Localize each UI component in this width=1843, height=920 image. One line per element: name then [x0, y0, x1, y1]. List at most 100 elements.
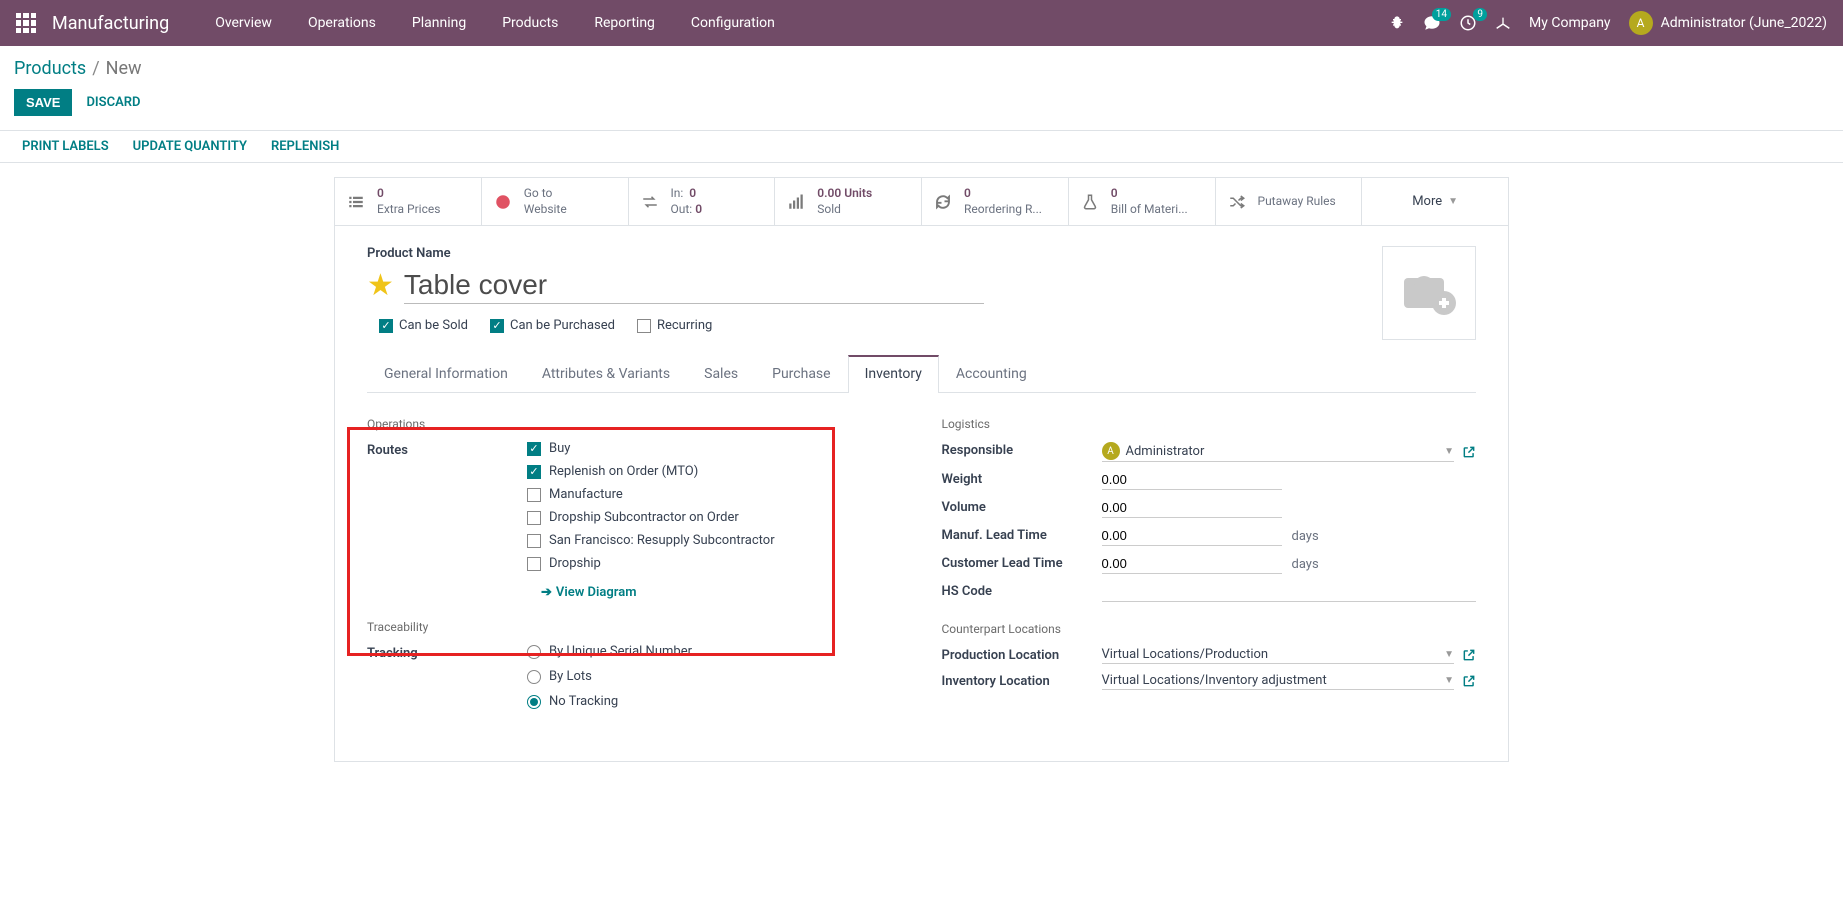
logistics-title: Logistics: [942, 417, 1477, 431]
app-brand[interactable]: Manufacturing: [52, 13, 169, 34]
stat-value: 0: [964, 186, 971, 200]
action-row: SAVE DISCARD: [0, 85, 1843, 130]
tab-general-information[interactable]: General Information: [367, 355, 525, 392]
stat-label: More: [1412, 194, 1442, 209]
chevron-down-icon: ▼: [1444, 649, 1454, 660]
tracking-lots[interactable]: By Lots: [527, 669, 902, 684]
stat-sold[interactable]: 0.00 Units Sold: [775, 178, 922, 225]
chevron-down-icon: ▼: [1444, 675, 1454, 686]
operations-title: Operations: [367, 417, 902, 431]
save-button[interactable]: SAVE: [14, 89, 72, 116]
weight-input[interactable]: [1102, 470, 1282, 490]
tab-accounting[interactable]: Accounting: [939, 355, 1044, 392]
external-link-icon[interactable]: [1462, 648, 1476, 662]
route-buy[interactable]: ✓Buy: [527, 441, 902, 456]
menu-reporting[interactable]: Reporting: [576, 0, 673, 46]
stat-label: Putaway Rules: [1258, 194, 1336, 210]
responsible-select[interactable]: A Administrator ▼: [1102, 441, 1455, 462]
settings-icon[interactable]: [1495, 15, 1511, 31]
view-diagram-link[interactable]: ➔ View Diagram: [541, 585, 902, 600]
breadcrumb-current: New: [106, 58, 142, 79]
route-label: San Francisco: Resupply Subcontractor: [549, 533, 775, 548]
external-link-icon[interactable]: [1462, 445, 1476, 459]
unit-days: days: [1292, 557, 1319, 572]
arrow-right-icon: ➔: [541, 585, 552, 600]
favorite-star-icon[interactable]: ★: [367, 268, 394, 303]
menu-operations[interactable]: Operations: [290, 0, 394, 46]
stat-reordering[interactable]: 0Reordering R...: [922, 178, 1069, 225]
tracking-serial[interactable]: By Unique Serial Number: [527, 644, 902, 659]
prod-loc-select[interactable]: Virtual Locations/Production ▼: [1102, 646, 1455, 664]
activities-icon[interactable]: 9: [1459, 14, 1477, 32]
stat-label: Go to: [524, 186, 553, 200]
stat-putaway[interactable]: Putaway Rules: [1216, 178, 1363, 225]
can-be-sold-checkbox[interactable]: ✓Can be Sold: [379, 318, 468, 333]
breadcrumb-link[interactable]: Products: [14, 58, 86, 79]
flask-icon: [1079, 193, 1101, 211]
stat-row: 0Extra Prices Go toWebsite In: 0Out: 0 0…: [335, 178, 1508, 226]
select-value: Administrator: [1126, 444, 1205, 459]
hs-code-label: HS Code: [942, 582, 1102, 599]
volume-label: Volume: [942, 498, 1102, 515]
tab-inventory[interactable]: Inventory: [848, 355, 939, 393]
manuf-lead-input[interactable]: [1102, 526, 1282, 546]
nav-right: 14 9 My Company A Administrator (June_20…: [1389, 11, 1827, 35]
globe-icon: [492, 193, 514, 211]
stat-in-out[interactable]: In: 0Out: 0: [629, 178, 776, 225]
stat-value: 0.00 Units: [817, 186, 872, 200]
route-sf-resupply[interactable]: San Francisco: Resupply Subcontractor: [527, 533, 902, 548]
print-labels-button[interactable]: PRINT LABELS: [22, 139, 109, 154]
messages-count: 14: [1432, 8, 1451, 21]
stat-more[interactable]: More ▼: [1362, 178, 1508, 225]
stat-label: Sold: [817, 202, 841, 216]
route-manufacture[interactable]: Manufacture: [527, 487, 902, 502]
menu-overview[interactable]: Overview: [197, 0, 290, 46]
tracking-none[interactable]: No Tracking: [527, 694, 902, 709]
debug-icon[interactable]: [1389, 15, 1405, 31]
update-quantity-button[interactable]: UPDATE QUANTITY: [133, 139, 247, 154]
tab-attributes-variants[interactable]: Attributes & Variants: [525, 355, 687, 392]
stat-label: In:: [671, 186, 684, 200]
messages-icon[interactable]: 14: [1423, 14, 1441, 32]
menu-planning[interactable]: Planning: [394, 0, 484, 46]
can-be-purchased-checkbox[interactable]: ✓Can be Purchased: [490, 318, 615, 333]
stat-bom[interactable]: 0Bill of Materi...: [1069, 178, 1216, 225]
cust-lead-input[interactable]: [1102, 554, 1282, 574]
user-name: Administrator (June_2022): [1661, 15, 1827, 31]
breadcrumb: Products / New: [0, 46, 1843, 85]
volume-input[interactable]: [1102, 498, 1282, 518]
route-label: Replenish on Order (MTO): [549, 464, 698, 479]
prod-loc-label: Production Location: [942, 646, 1102, 663]
tab-purchase[interactable]: Purchase: [755, 355, 847, 392]
route-label: Buy: [549, 441, 570, 456]
product-image-placeholder[interactable]: [1382, 246, 1476, 340]
replenish-button[interactable]: REPLENISH: [271, 139, 339, 154]
chart-icon: [785, 193, 807, 211]
recurring-checkbox[interactable]: Recurring: [637, 318, 712, 333]
inv-loc-select[interactable]: Virtual Locations/Inventory adjustment ▼: [1102, 672, 1455, 690]
tab-sales[interactable]: Sales: [687, 355, 755, 392]
external-link-icon[interactable]: [1462, 674, 1476, 688]
radio-label: By Lots: [549, 669, 592, 684]
menu-products[interactable]: Products: [484, 0, 576, 46]
company-name[interactable]: My Company: [1529, 15, 1611, 31]
product-name-input[interactable]: [404, 267, 984, 304]
responsible-label: Responsible: [942, 441, 1102, 458]
route-replenish-mto[interactable]: ✓Replenish on Order (MTO): [527, 464, 902, 479]
stat-goto-website[interactable]: Go toWebsite: [482, 178, 629, 225]
cust-lead-label: Customer Lead Time: [942, 554, 1102, 571]
top-nav: Manufacturing Overview Operations Planni…: [0, 0, 1843, 46]
hs-code-input[interactable]: [1102, 582, 1477, 602]
menu-configuration[interactable]: Configuration: [673, 0, 793, 46]
avatar-icon: A: [1102, 442, 1120, 460]
user-menu[interactable]: A Administrator (June_2022): [1629, 11, 1827, 35]
checkbox-label: Recurring: [657, 318, 712, 333]
inventory-pane: Operations Routes ✓Buy ✓Replenish on Ord…: [367, 393, 1476, 741]
apps-icon[interactable]: [16, 13, 36, 33]
discard-button[interactable]: DISCARD: [86, 95, 140, 110]
stat-extra-prices[interactable]: 0Extra Prices: [335, 178, 482, 225]
subactions: PRINT LABELS UPDATE QUANTITY REPLENISH: [0, 130, 1843, 163]
route-dropship[interactable]: Dropship: [527, 556, 902, 571]
route-dropship-subcontractor[interactable]: Dropship Subcontractor on Order: [527, 510, 902, 525]
unit-days: days: [1292, 529, 1319, 544]
